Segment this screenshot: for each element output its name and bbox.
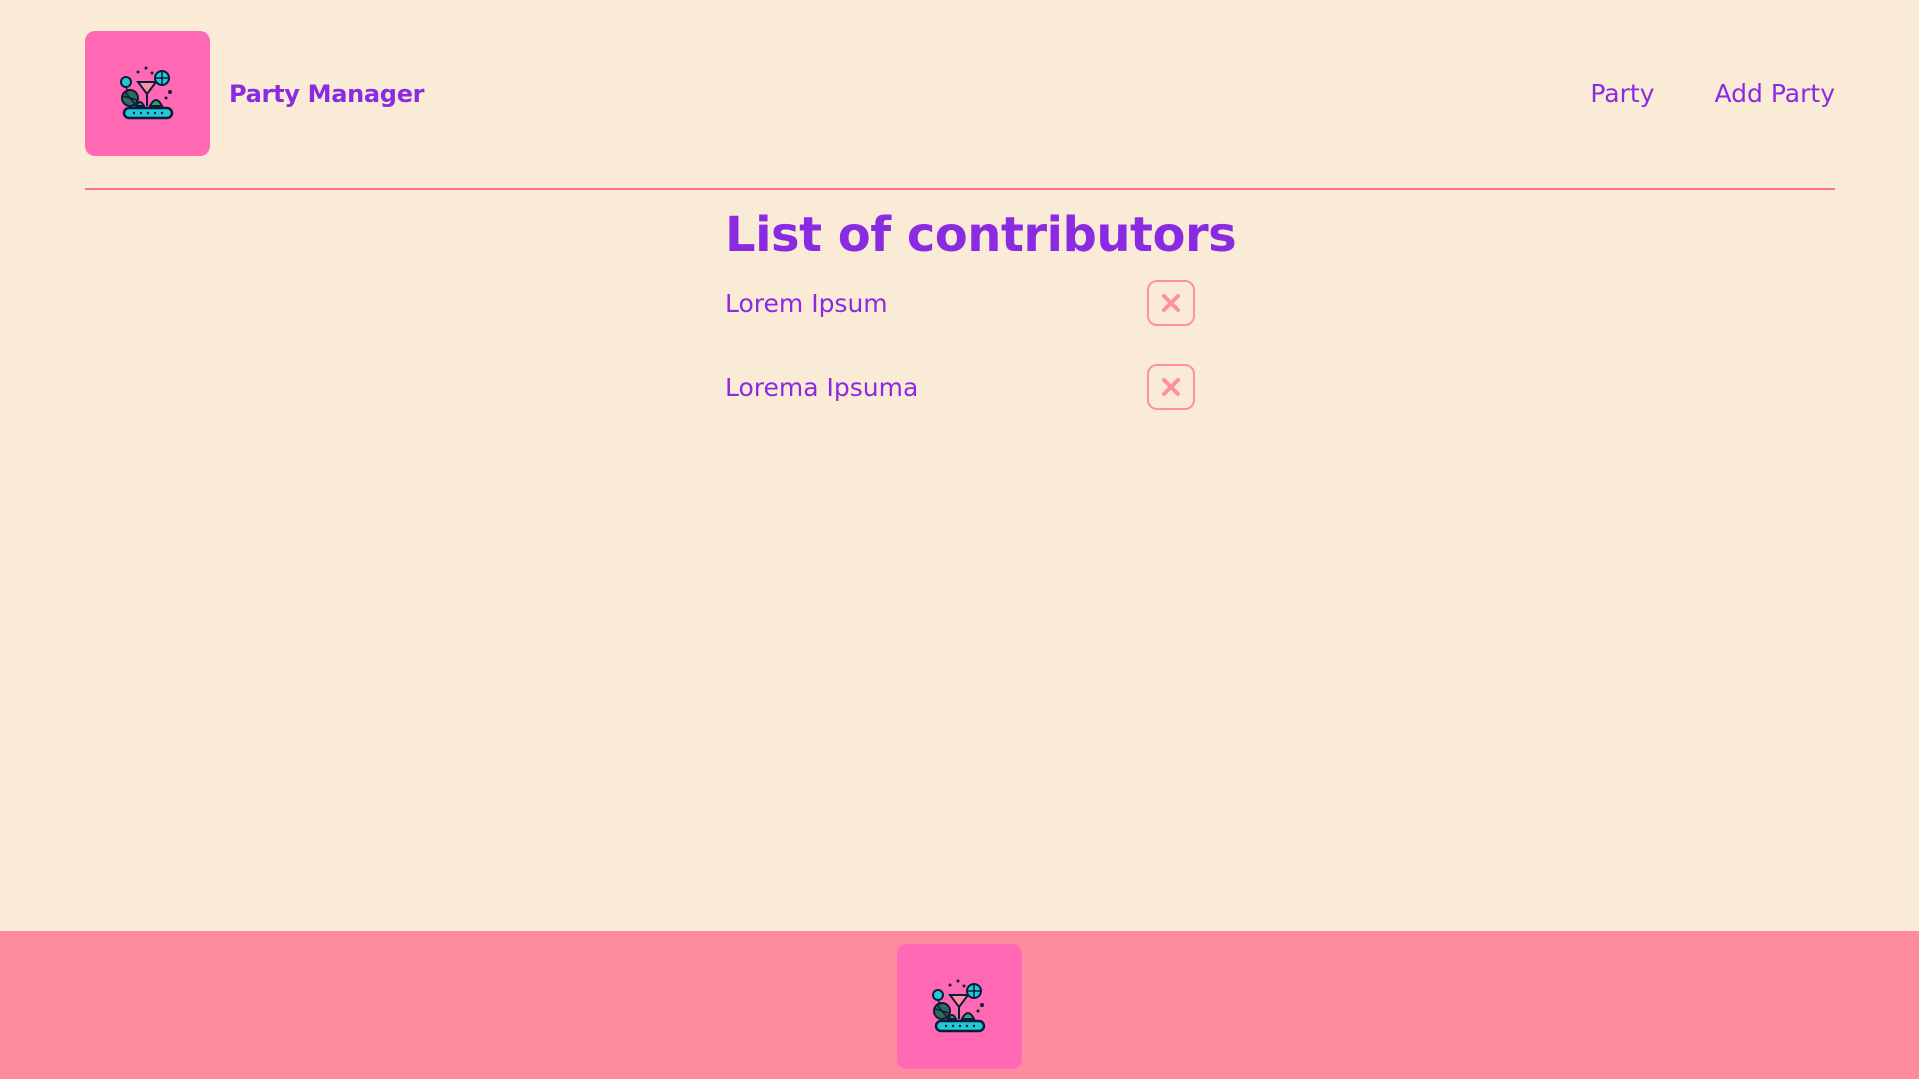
contributors-section: List of contributors Lorem Ipsum Lorema … [725,203,1237,447]
site-header: Party Manager Party Add Party [85,31,1835,156]
contributor-name: Lorema Ipsuma [725,372,919,402]
brand[interactable]: Party Manager [85,31,425,156]
close-icon [1162,378,1180,396]
nav-link-add-party[interactable]: Add Party [1715,79,1836,108]
list-item: Lorema Ipsuma [725,363,1195,411]
remove-contributor-button[interactable] [1147,280,1195,326]
page: Party Manager Party Add Party List of co… [0,0,1919,1079]
main-nav: Party Add Party [1590,79,1835,108]
contributor-name: Lorem Ipsum [725,288,888,318]
party-logo-icon[interactable] [897,944,1022,1069]
nav-link-party[interactable]: Party [1590,79,1654,108]
header-divider [85,188,1835,190]
brand-name[interactable]: Party Manager [229,80,425,108]
close-icon [1162,294,1180,312]
page-title: List of contributors [725,207,1237,263]
contributors-list: Lorem Ipsum Lorema Ipsuma [725,279,1195,411]
remove-contributor-button[interactable] [1147,364,1195,410]
party-logo-icon[interactable] [85,31,210,156]
site-footer [0,931,1919,1079]
list-item: Lorem Ipsum [725,279,1195,327]
